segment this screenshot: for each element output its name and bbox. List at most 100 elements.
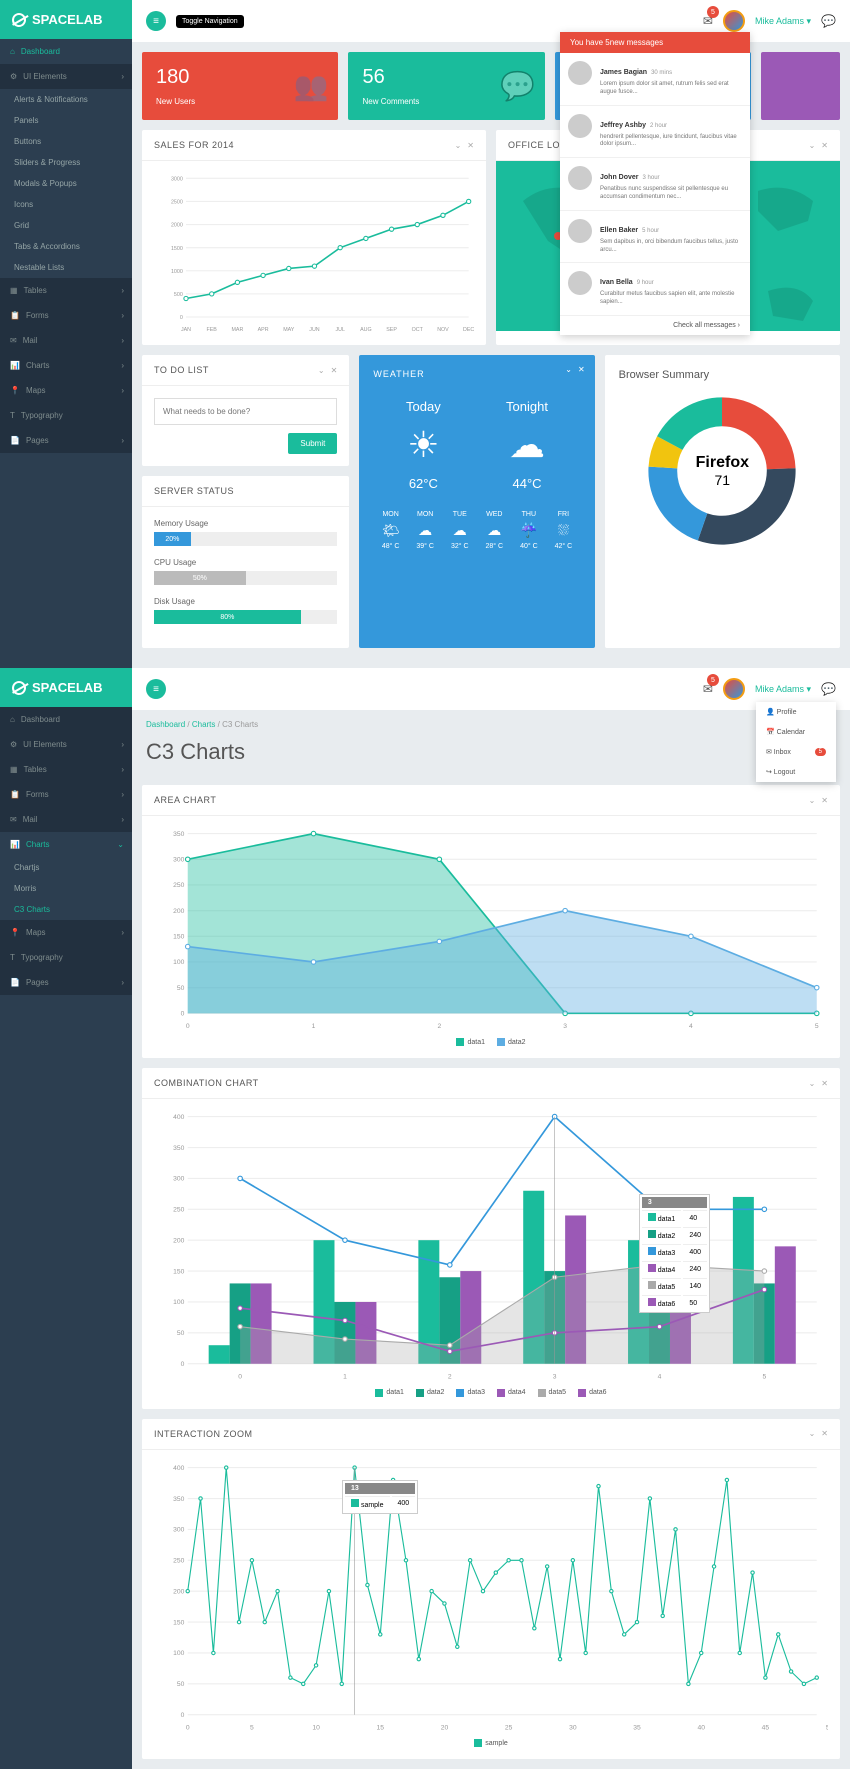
svg-text:1: 1 [343,1374,347,1381]
nav-sub-item[interactable]: Chartjs [0,857,132,878]
nav-charts[interactable]: 📊 Charts⌄ [0,832,132,857]
collapse-icon[interactable]: ⌄ [809,141,816,150]
collapse-icon[interactable]: ⌄ [318,366,325,375]
svg-text:250: 250 [173,882,184,889]
svg-text:3: 3 [563,1023,567,1030]
nav-ui-elements[interactable]: ⚙ UI Elements› [0,64,132,89]
svg-text:DEC: DEC [463,327,474,333]
nav-sub-item[interactable]: Sliders & Progress [0,152,132,173]
username-dropdown[interactable]: Mike Adams ▾ [755,16,811,27]
collapse-icon[interactable]: ⌄ [809,796,816,805]
svg-text:45: 45 [762,1724,770,1731]
nav-dashboard[interactable]: ⌂ Dashboard [0,707,132,732]
nav-sub-item[interactable]: Alerts & Notifications [0,89,132,110]
nav-mail[interactable]: ✉ Mail› [0,807,132,832]
nav-sub-item[interactable]: Tabs & Accordions [0,236,132,257]
svg-text:OCT: OCT [412,327,424,333]
brand-logo[interactable]: SPACELAB [0,668,132,707]
toggle-nav-button[interactable]: ≡ [146,11,166,31]
nav-dashboard[interactable]: ⌂ Dashboard [0,39,132,64]
svg-text:150: 150 [173,1269,184,1276]
message-item[interactable]: Ellen Baker5 hourSem dapibus in, orci bi… [560,211,750,264]
svg-text:1500: 1500 [171,246,183,252]
nav-ui-elements[interactable]: ⚙ UI Elements› [0,732,132,757]
nav-forms[interactable]: 📋 Forms› [0,303,132,328]
user-menu-logout[interactable]: ↪ Logout [756,762,836,782]
card-new-users[interactable]: 180New Users👥 [142,52,338,120]
topbar: ≡ Toggle Navigation ✉5 Mike Adams ▾ 💬 Yo… [132,0,850,42]
collapse-icon[interactable]: ⌄ [809,1079,816,1088]
card-new-comments[interactable]: 56New Comments💬 [348,52,544,120]
svg-text:400: 400 [173,1465,184,1472]
check-all-messages-link[interactable]: Check all messages › [560,316,750,335]
svg-text:2: 2 [448,1374,452,1381]
nav-tables[interactable]: ▦ Tables› [0,757,132,782]
collapse-icon[interactable]: ⌄ [565,365,572,374]
username-dropdown[interactable]: Mike Adams ▾ [755,684,811,695]
collapse-icon[interactable]: ⌄ [809,1429,816,1438]
svg-text:40: 40 [697,1724,705,1731]
forecast-day: THU☔40° C [512,511,547,550]
nav-pages[interactable]: 📄 Pages› [0,428,132,453]
card-profits[interactable] [761,52,840,120]
mail-icon[interactable]: ✉5 [703,14,713,28]
breadcrumb-dashboard[interactable]: Dashboard [146,720,185,729]
breadcrumb: Dashboard / Charts / C3 Charts [132,710,850,739]
user-menu-inbox[interactable]: ✉ Inbox5 [756,742,836,762]
sidebar: SPACELAB ⌂ Dashboard ⚙ UI Elements› ▦ Ta… [0,668,132,1769]
svg-text:50: 50 [177,985,185,992]
nav-charts[interactable]: 📊 Charts› [0,353,132,378]
close-icon[interactable]: ✕ [821,1079,828,1088]
breadcrumb-charts[interactable]: Charts [192,720,216,729]
svg-text:4: 4 [658,1374,662,1381]
nav-sub-item[interactable]: Icons [0,194,132,215]
chat-icon[interactable]: 💬 [821,14,836,28]
forecast-day: MON🌤48° C [373,511,408,550]
nav-sub-item[interactable]: Grid [0,215,132,236]
user-menu-profile[interactable]: 👤 Profile [756,702,836,722]
zoom-chart[interactable]: 0501001502002503003504000510152025303540… [154,1462,828,1732]
nav-maps[interactable]: 📍 Maps› [0,920,132,945]
nav-typography[interactable]: T Typography [0,403,132,428]
collapse-icon[interactable]: ⌄ [455,141,462,150]
nav-maps[interactable]: 📍 Maps› [0,378,132,403]
submit-button[interactable]: Submit [288,433,337,454]
nav-tables[interactable]: ▦ Tables› [0,278,132,303]
svg-text:300: 300 [173,857,184,864]
nav-sub-item[interactable]: Nestable Lists [0,257,132,278]
nav-typography[interactable]: T Typography [0,945,132,970]
nav-sub-item[interactable]: Buttons [0,131,132,152]
close-icon[interactable]: ✕ [821,796,828,805]
message-item[interactable]: Ivan Bella9 hourCurabitur metus faucibus… [560,263,750,316]
brand-logo[interactable]: SPACELAB [0,0,132,39]
svg-text:350: 350 [173,1496,184,1503]
page-title: C3 Charts [132,739,850,775]
chat-icon[interactable]: 💬 [821,682,836,696]
user-menu-calendar[interactable]: 📅 Calendar [756,722,836,742]
nav-mail[interactable]: ✉ Mail› [0,328,132,353]
svg-text:0: 0 [180,315,183,321]
nav-pages[interactable]: 📄 Pages› [0,970,132,995]
close-icon[interactable]: ✕ [821,1429,828,1438]
nav-sub-item[interactable]: C3 Charts [0,899,132,920]
avatar[interactable] [723,678,745,700]
message-item[interactable]: John Dover3 hourPenatibus nunc suspendis… [560,158,750,211]
nav-sub-item[interactable]: Morris [0,878,132,899]
close-icon[interactable]: ✕ [821,141,828,150]
todo-input[interactable] [154,398,337,425]
nav-sub-item[interactable]: Panels [0,110,132,131]
svg-text:30: 30 [569,1724,577,1731]
avatar[interactable] [723,10,745,32]
svg-text:35: 35 [633,1724,641,1731]
message-item[interactable]: Jeffrey Ashby2 hourhendrerit pellentesqu… [560,106,750,159]
nav-sub-item[interactable]: Modals & Popups [0,173,132,194]
svg-text:1: 1 [312,1023,316,1030]
message-item[interactable]: James Bagian30 minsLorem ipsum dolor sit… [560,53,750,106]
close-icon[interactable]: ✕ [578,365,585,374]
svg-text:500: 500 [174,292,183,298]
close-icon[interactable]: ✕ [467,141,474,150]
mail-icon[interactable]: ✉5 [703,682,713,696]
toggle-nav-button[interactable]: ≡ [146,679,166,699]
nav-forms[interactable]: 📋 Forms› [0,782,132,807]
close-icon[interactable]: ✕ [331,366,338,375]
